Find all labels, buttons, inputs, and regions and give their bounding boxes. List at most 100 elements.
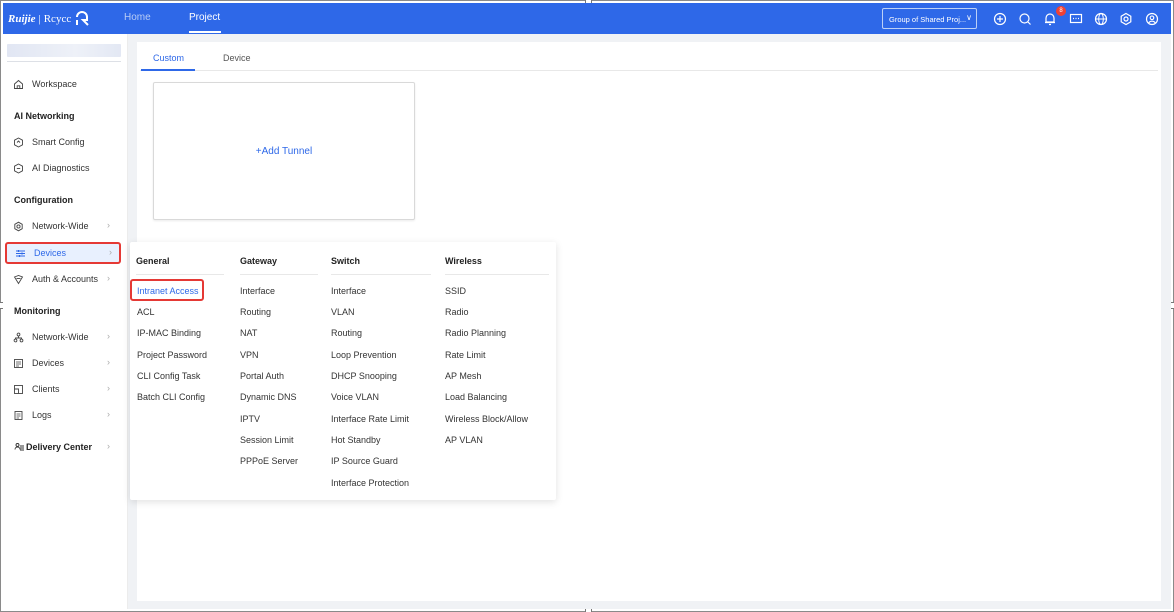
menu-item-intranet-access[interactable]: Intranet Access [137, 286, 199, 296]
menu-column-title: Gateway [240, 256, 278, 266]
menu-item-cli-config-task[interactable]: CLI Config Task [137, 371, 200, 381]
delivery-icon [14, 443, 24, 451]
sidebar-item-label: Network-Wide [32, 221, 89, 231]
gear-icon[interactable] [1119, 12, 1133, 26]
sidebar-item-delivery-center[interactable]: Delivery Center › [3, 436, 121, 458]
menu-item-ap-mesh[interactable]: AP Mesh [445, 371, 481, 381]
sidebar-item-clients[interactable]: Clients › [3, 378, 121, 400]
menu-column-title: Switch [331, 256, 361, 266]
chevron-down-icon: ∨ [966, 13, 972, 22]
menu-item-acl[interactable]: ACL [137, 307, 155, 317]
menu-item-nat[interactable]: NAT [240, 328, 257, 338]
sidebar-item-auth-accounts[interactable]: Auth & Accounts › [3, 268, 121, 290]
menu-column-title: Wireless [445, 256, 482, 266]
menu-item-rate-limit[interactable]: Rate Limit [445, 350, 486, 360]
menu-item-portal-auth[interactable]: Portal Auth [240, 371, 284, 381]
menu-item-vpn[interactable]: VPN [240, 350, 259, 360]
tab-active-indicator [141, 69, 195, 71]
search-icon[interactable] [1018, 12, 1032, 26]
sidebar-item-devices-monitor[interactable]: Devices › [3, 352, 121, 374]
sliders-icon [16, 250, 25, 257]
nav-home[interactable]: Home [124, 12, 151, 23]
project-group-select[interactable]: Group of Shared Proj... ∨ [882, 8, 977, 29]
sidebar-item-label: Delivery Center [26, 442, 93, 452]
logo[interactable]: Ruijie | Rcycc [8, 9, 90, 29]
device-icon [14, 359, 23, 368]
menu-item-wireless-block-allow[interactable]: Wireless Block/Allow [445, 414, 528, 424]
sidebar-item-devices-config[interactable]: Devices › [5, 242, 121, 264]
menu-item-radio[interactable]: Radio [445, 307, 469, 317]
logs-icon [14, 411, 23, 420]
sidebar-item-smart-config[interactable]: Smart Config [3, 131, 121, 153]
user-icon[interactable] [1145, 12, 1159, 26]
bell-icon[interactable] [1043, 12, 1057, 26]
sidebar-item-label: Devices [32, 358, 65, 368]
chevron-right-icon: › [107, 331, 110, 341]
menu-item-ip-source-guard[interactable]: IP Source Guard [331, 456, 398, 466]
logo-brand: Ruijie [8, 13, 36, 25]
menu-item-batch-cli-config[interactable]: Batch CLI Config [137, 392, 205, 402]
add-tunnel-card[interactable]: +Add Tunnel [153, 82, 415, 220]
menu-item-gw-interface[interactable]: Interface [240, 286, 275, 296]
menu-item-voice-vlan[interactable]: Voice VLAN [331, 392, 379, 402]
menu-item-ap-vlan[interactable]: AP VLAN [445, 435, 483, 445]
sidebar-item-network-wide-monitor[interactable]: Network-Wide › [3, 326, 121, 348]
sidebar-item-label: Clients [32, 384, 60, 394]
tab-custom[interactable]: Custom [153, 53, 184, 63]
menu-item-session-limit[interactable]: Session Limit [240, 435, 294, 445]
tab-device[interactable]: Device [223, 53, 251, 63]
menu-item-interface-rate-limit[interactable]: Interface Rate Limit [331, 414, 409, 424]
globe-icon[interactable] [1094, 12, 1108, 26]
divider [445, 274, 549, 275]
smart-config-icon [14, 137, 23, 148]
chevron-right-icon: › [107, 441, 110, 451]
menu-item-iptv[interactable]: IPTV [240, 414, 260, 424]
sidebar-item-label: Auth & Accounts [32, 274, 99, 284]
add-tunnel-button[interactable]: +Add Tunnel [154, 146, 414, 157]
menu-item-project-password[interactable]: Project Password [137, 350, 207, 360]
menu-item-ssid[interactable]: SSID [445, 286, 466, 296]
menu-item-pppoe-server[interactable]: PPPoE Server [240, 456, 298, 466]
sidebar-item-network-wide-config[interactable]: Network-Wide › [3, 215, 121, 237]
menu-item-sw-routing[interactable]: Routing [331, 328, 362, 338]
menu-item-hot-standby[interactable]: Hot Standby [331, 435, 381, 445]
divider [136, 274, 224, 275]
menu-item-vlan[interactable]: VLAN [331, 307, 355, 317]
nav-project[interactable]: Project [189, 12, 220, 23]
workspace-selector[interactable] [7, 44, 121, 57]
tabs-divider [140, 70, 1158, 71]
sidebar-item-label: Smart Config [32, 137, 85, 147]
logo-separator: | [38, 13, 41, 25]
logo-product: Rcycc [43, 13, 72, 25]
topology-icon [13, 332, 24, 343]
sidebar: Workspace AI Networking Smart Config AI … [3, 34, 128, 609]
menu-item-load-balancing[interactable]: Load Balancing [445, 392, 507, 402]
notification-badge: 8 [1056, 6, 1066, 16]
section-monitoring: Monitoring [14, 306, 61, 316]
sidebar-item-label: Workspace [32, 79, 77, 89]
sidebar-item-label: Network-Wide [32, 332, 89, 342]
menu-item-dynamic-dns[interactable]: Dynamic DNS [240, 392, 297, 402]
chevron-right-icon: › [107, 273, 110, 283]
sidebar-item-logs[interactable]: Logs › [3, 404, 121, 426]
menu-item-radio-planning[interactable]: Radio Planning [445, 328, 506, 338]
message-icon[interactable] [1069, 12, 1083, 26]
sidebar-item-label: Logs [32, 410, 52, 420]
home-icon [14, 79, 23, 89]
menu-item-loop-prevention[interactable]: Loop Prevention [331, 350, 397, 360]
menu-item-interface-protection[interactable]: Interface Protection [331, 478, 409, 488]
chevron-right-icon: › [107, 220, 110, 230]
plus-circle-icon[interactable] [993, 12, 1007, 26]
sidebar-item-workspace[interactable]: Workspace [3, 73, 121, 95]
menu-item-gw-routing[interactable]: Routing [240, 307, 271, 317]
menu-item-ip-mac-binding[interactable]: IP-MAC Binding [137, 328, 201, 338]
nav-active-indicator [189, 31, 221, 33]
menu-item-sw-interface[interactable]: Interface [331, 286, 366, 296]
devices-menu-popup: General Intranet Access ACL IP-MAC Bindi… [130, 242, 556, 500]
menu-item-dhcp-snooping[interactable]: DHCP Snooping [331, 371, 397, 381]
clients-icon [14, 385, 23, 394]
settings-icon [14, 221, 23, 232]
ai-diagnostics-icon [14, 163, 23, 174]
sidebar-item-ai-diagnostics[interactable]: AI Diagnostics [3, 157, 121, 179]
sidebar-item-label: AI Diagnostics [32, 163, 90, 173]
